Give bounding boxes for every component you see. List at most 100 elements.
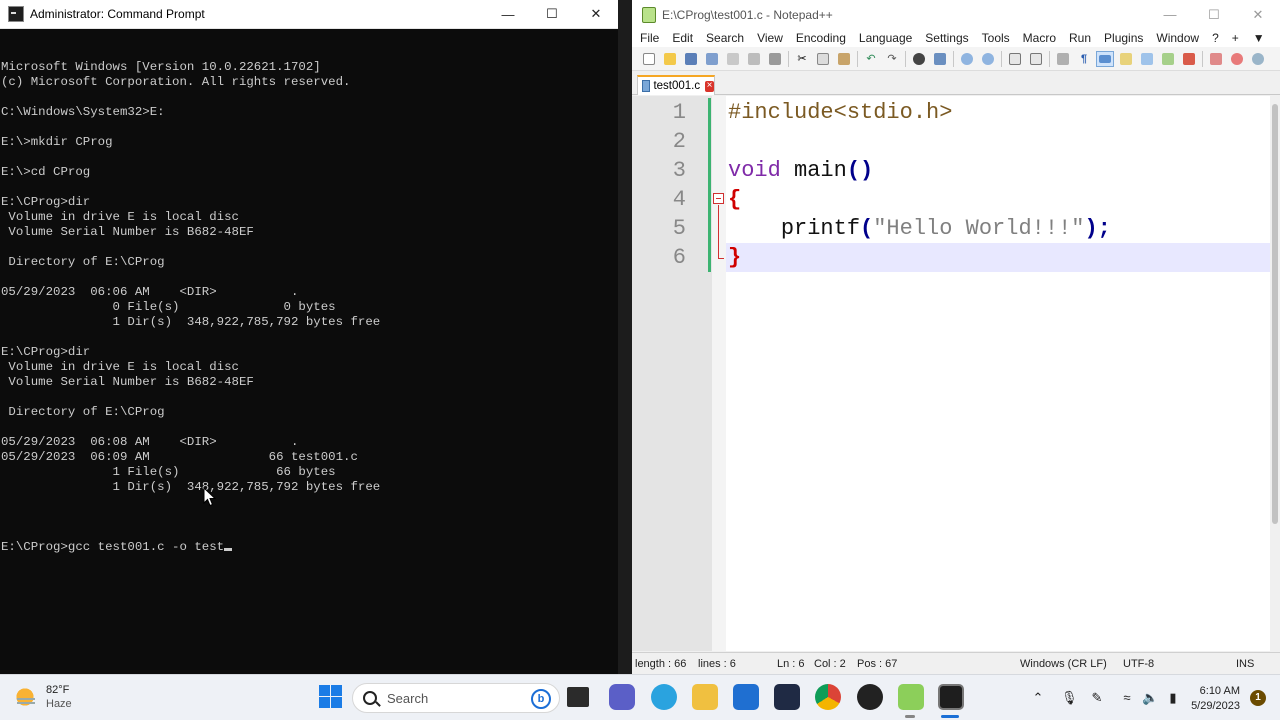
zoom-out-icon[interactable] [979, 51, 997, 67]
file-explorer-icon[interactable] [692, 684, 718, 710]
menu-macro[interactable]: Macro [1023, 31, 1056, 45]
undo-icon[interactable]: ↶ [862, 51, 880, 67]
code-line[interactable]: 1 #include<stdio.h> [632, 98, 1270, 127]
current-code-line[interactable]: 6 } [673, 243, 1270, 272]
menu-file[interactable]: File [640, 31, 659, 45]
cmd-titlebar[interactable]: Administrator: Command Prompt — ☐ ✕ [0, 0, 618, 29]
window-divider [618, 0, 632, 674]
close-file-icon[interactable] [724, 51, 742, 67]
monitoring-icon[interactable] [1207, 51, 1225, 67]
word-wrap-icon[interactable] [1054, 51, 1072, 67]
mail-icon[interactable] [733, 684, 759, 710]
code-editor[interactable]: 1 #include<stdio.h> 2 3 void main() 4 { … [632, 96, 1270, 651]
minimize-button[interactable]: — [1148, 0, 1192, 29]
search-icon [363, 691, 377, 705]
maximize-button[interactable]: ☐ [1192, 0, 1236, 29]
doc-map-icon[interactable] [1138, 51, 1156, 67]
toolbar-separator [1202, 50, 1203, 67]
tab-list-button[interactable]: ▼ [1253, 31, 1265, 45]
copy-icon[interactable] [814, 51, 832, 67]
menu-window[interactable]: Window [1156, 31, 1199, 45]
toolbar-separator [953, 50, 954, 67]
notepadpp-taskbar-icon[interactable] [898, 684, 924, 710]
save-all-icon[interactable] [703, 51, 721, 67]
new-file-icon[interactable] [640, 51, 658, 67]
playback-macro-icon[interactable] [1249, 51, 1267, 67]
close-button[interactable]: ✕ [1236, 0, 1280, 29]
language-icon[interactable] [1117, 51, 1135, 67]
console-output[interactable]: Microsoft Windows [Version 10.0.22621.17… [0, 29, 618, 674]
bing-icon[interactable]: b [531, 689, 551, 709]
sync-vertical-icon[interactable] [1006, 51, 1024, 67]
code-line[interactable]: 3 void main() [632, 156, 1270, 185]
redo-icon[interactable]: ↷ [883, 51, 901, 67]
telegram-icon[interactable] [651, 684, 677, 710]
menu-language[interactable]: Language [859, 31, 912, 45]
code-line[interactable]: 2 [632, 127, 1270, 156]
cut-icon[interactable]: ✂ [793, 51, 811, 67]
menu-view[interactable]: View [757, 31, 783, 45]
menu-help[interactable]: ? [1212, 31, 1219, 45]
code-text: } [728, 243, 741, 272]
battery-icon[interactable]: ▮ [1165, 690, 1181, 706]
indent-guide-icon[interactable] [1096, 50, 1114, 67]
weather-widget[interactable]: 82°F Haze [14, 683, 72, 711]
folder-workspace-icon[interactable] [1180, 51, 1198, 67]
tab-test001[interactable]: test001.c × [637, 75, 715, 95]
close-all-icon[interactable] [745, 51, 763, 67]
menu-edit[interactable]: Edit [672, 31, 693, 45]
function-list-icon[interactable] [1159, 51, 1177, 67]
menu-run[interactable]: Run [1069, 31, 1091, 45]
notepadpp-window[interactable]: E:\CProg\test001.c - Notepad++ — ☐ ✕ Fil… [632, 0, 1280, 674]
new-tab-button[interactable]: + [1232, 31, 1239, 45]
taskbar-search-box[interactable]: Search b [352, 683, 560, 713]
show-all-chars-icon[interactable]: ¶ [1075, 51, 1093, 67]
menu-encoding[interactable]: Encoding [796, 31, 846, 45]
pen-icon[interactable]: ✎ [1089, 690, 1105, 706]
record-macro-icon[interactable] [1228, 51, 1246, 67]
menu-plugins[interactable]: Plugins [1104, 31, 1143, 45]
wifi-icon[interactable]: ≈ [1119, 690, 1135, 706]
npp-titlebar[interactable]: E:\CProg\test001.c - Notepad++ — ☐ ✕ [632, 0, 1280, 29]
find-icon[interactable] [910, 51, 928, 67]
microphone-icon[interactable]: 🎙 [1061, 690, 1078, 706]
text-cursor [224, 548, 233, 551]
paste-icon[interactable] [835, 51, 853, 67]
menu-settings[interactable]: Settings [925, 31, 968, 45]
notification-badge[interactable]: 1 [1250, 690, 1266, 706]
menu-search[interactable]: Search [706, 31, 744, 45]
minimize-button[interactable]: — [486, 0, 530, 29]
menu-tools[interactable]: Tools [982, 31, 1010, 45]
console-prompt-line[interactable]: E:\CProg>gcc test001.c -o test [1, 540, 618, 555]
chevron-up-icon[interactable]: ⌃ [1030, 690, 1046, 706]
scrollbar-thumb[interactable] [1272, 104, 1278, 524]
code-line[interactable]: 5 printf("Hello World!!!"); [632, 214, 1270, 243]
console-line: C:\Windows\System32>E: [1, 105, 165, 119]
vertical-scrollbar[interactable] [1270, 96, 1280, 651]
toolbar-separator [905, 50, 906, 67]
console-line: Microsoft Windows [Version 10.0.22621.17… [1, 60, 321, 74]
speaker-icon[interactable]: 🔈 [1142, 690, 1158, 706]
teams-chat-icon[interactable] [609, 684, 635, 710]
cmd-taskbar-icon[interactable] [938, 684, 964, 710]
clock[interactable]: 6:10 AM 5/29/2023 [1191, 684, 1240, 714]
task-view-icon[interactable] [567, 687, 589, 707]
open-file-icon[interactable] [661, 51, 679, 67]
close-button[interactable]: ✕ [574, 0, 618, 29]
maximize-button[interactable]: ☐ [530, 0, 574, 29]
code-line[interactable]: 4 { [632, 185, 1270, 214]
command-prompt-window[interactable]: Administrator: Command Prompt — ☐ ✕ Micr… [0, 0, 618, 674]
obs-icon[interactable] [857, 684, 883, 710]
code-text: void main() [728, 156, 873, 185]
sync-horizontal-icon[interactable] [1027, 51, 1045, 67]
media-app-icon[interactable] [774, 684, 800, 710]
chrome-icon[interactable] [815, 684, 841, 710]
windows-start-icon[interactable] [318, 684, 344, 710]
zoom-in-icon[interactable] [958, 51, 976, 67]
tab-close-icon[interactable]: × [705, 80, 714, 92]
save-icon[interactable] [682, 51, 700, 67]
print-icon[interactable] [766, 51, 784, 67]
replace-icon[interactable] [931, 51, 949, 67]
